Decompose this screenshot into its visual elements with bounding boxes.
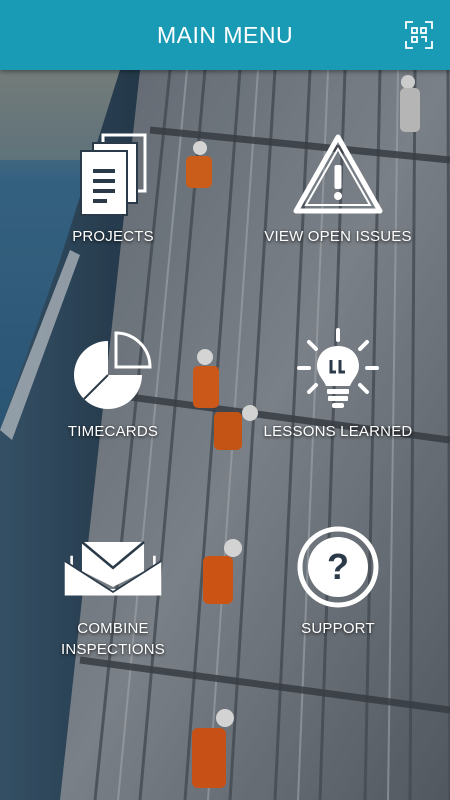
menu-item-label: COMBINE INSPECTIONS: [61, 620, 165, 658]
lightbulb-icon: [288, 325, 388, 415]
menu-item-label: SUPPORT: [301, 620, 375, 637]
page-title: MAIN MENU: [156, 21, 294, 48]
menu-item-timecards[interactable]: TIMECARDS: [13, 325, 213, 442]
help-circle-icon: ?: [288, 522, 388, 612]
scan-button[interactable]: [402, 18, 436, 52]
warning-triangle-icon: [288, 130, 388, 220]
app-header: MAIN MENU: [0, 0, 450, 70]
qr-scan-icon: [405, 21, 433, 49]
menu-item-label: PROJECTS: [72, 228, 154, 245]
menu-item-view-open-issues[interactable]: VIEW OPEN ISSUES: [238, 130, 438, 247]
svg-text:?: ?: [327, 546, 349, 587]
menu-item-support[interactable]: ? SUPPORT: [238, 522, 438, 639]
main-menu: PROJECTS VIEW OPEN ISSUES TIMECARDS LESS…: [0, 70, 450, 800]
menu-item-projects[interactable]: PROJECTS: [13, 130, 213, 247]
menu-item-label: LESSONS LEARNED: [263, 423, 413, 440]
menu-item-label: TIMECARDS: [67, 423, 159, 440]
menu-item-combine-inspections[interactable]: COMBINE INSPECTIONS: [13, 522, 213, 660]
menu-item-label: VIEW OPEN ISSUES: [264, 228, 412, 245]
pie-chart-icon: [63, 325, 163, 415]
menu-item-lessons-learned[interactable]: LESSONS LEARNED: [238, 325, 438, 442]
documents-icon: [63, 130, 163, 220]
envelope-icon: [63, 522, 163, 612]
